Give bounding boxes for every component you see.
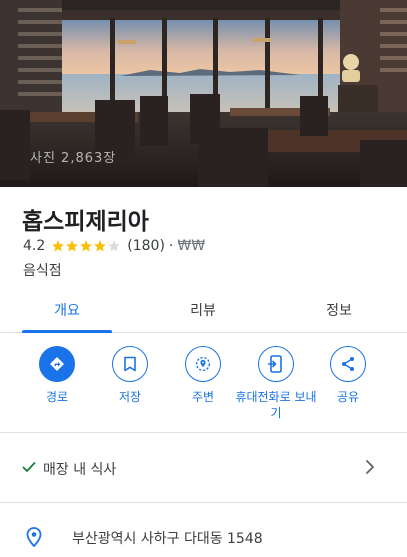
rating-row[interactable]: 4.2 (180) · ₩₩	[23, 238, 205, 254]
place-title: 홉스피제리아	[22, 209, 149, 235]
share-label: 공유	[336, 390, 360, 404]
tab-about[interactable]: 정보	[294, 287, 384, 333]
star-icon	[94, 240, 107, 252]
star-empty-icon	[108, 240, 121, 252]
action-buttons: 경로 저장 주변 휴대전화로 보내기 공유	[0, 346, 407, 424]
photo-count-label: 사진 2,863장	[30, 151, 117, 166]
divider	[0, 432, 407, 433]
chevron-right-icon	[366, 460, 374, 474]
star-icon	[66, 240, 79, 252]
directions-label: 경로	[45, 390, 69, 404]
divider	[0, 502, 407, 503]
address-text: 부산광역시 사하구 다대동 1548	[72, 531, 263, 547]
address-row[interactable]: 부산광역시 사하구 다대동 1548	[0, 520, 407, 554]
dine-in-label: 매장 내 식사	[43, 462, 117, 478]
send-to-phone-button[interactable]: 휴대전화로 보내기	[234, 346, 318, 421]
directions-button[interactable]: 경로	[21, 346, 93, 405]
share-button[interactable]: 공유	[312, 346, 384, 405]
tab-reviews[interactable]: 리뷰	[158, 287, 248, 333]
send-to-phone-label: 휴대전화로 보내기	[235, 390, 317, 420]
share-icon	[330, 346, 366, 382]
nearby-button[interactable]: 주변	[167, 346, 239, 405]
nearby-label: 주변	[191, 390, 215, 404]
service-options-row[interactable]: 매장 내 식사	[0, 451, 407, 485]
location-pin-icon	[26, 527, 42, 547]
send-to-phone-icon	[258, 346, 294, 382]
price-level: ₩₩	[177, 238, 206, 254]
rating-value: 4.2	[23, 238, 46, 254]
star-icon	[80, 240, 93, 252]
bookmark-icon	[112, 346, 148, 382]
directions-icon	[39, 346, 75, 382]
save-label: 저장	[118, 390, 142, 404]
place-category[interactable]: 음식점	[23, 260, 62, 280]
save-button[interactable]: 저장	[94, 346, 166, 405]
rating-stars	[51, 239, 121, 253]
tab-overview[interactable]: 개요	[22, 287, 112, 333]
place-photo[interactable]: 사진 2,863장	[0, 0, 407, 187]
active-tab-indicator	[22, 330, 112, 333]
review-count[interactable]: (180)	[127, 238, 165, 254]
nearby-icon	[185, 346, 221, 382]
separator: ·	[168, 238, 174, 254]
star-icon	[52, 240, 65, 252]
tab-bar: 개요 리뷰 정보	[0, 287, 407, 333]
check-icon	[22, 462, 36, 472]
